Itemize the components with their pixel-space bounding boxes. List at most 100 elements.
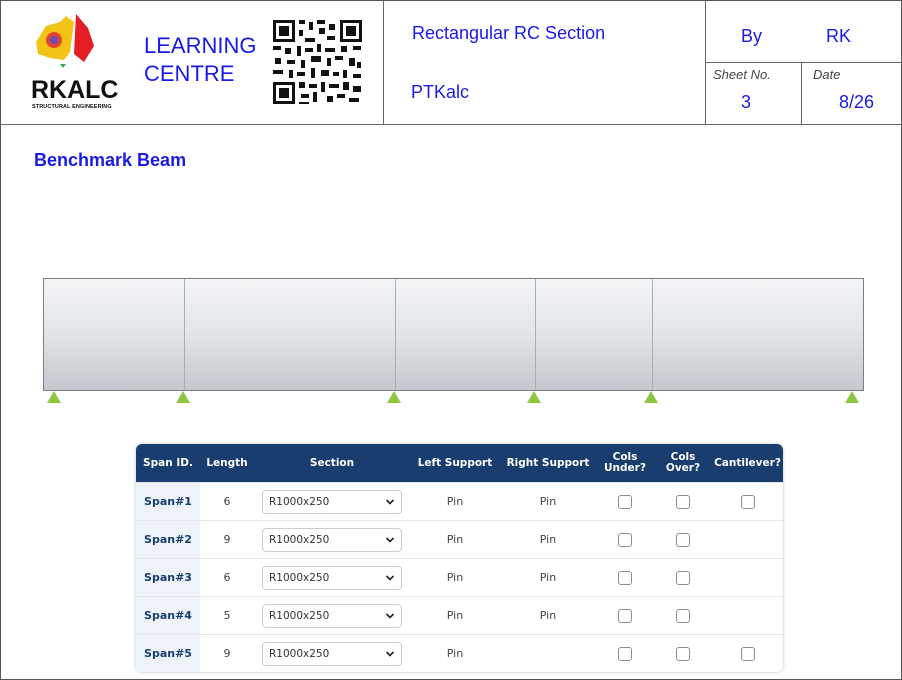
right-support-cell: Pin: [500, 596, 596, 635]
cols-over-cell: [654, 634, 712, 672]
brand-name: RKALC: [31, 76, 119, 104]
spans-table: Span ID. Length Section Left Support Rig…: [136, 444, 783, 672]
cols-under-checkbox[interactable]: [618, 532, 632, 547]
cols-under-cell: [596, 482, 654, 521]
span-id-cell: Span#4: [136, 596, 200, 635]
section-select[interactable]: R1000x250: [262, 565, 402, 590]
col-cols-over-line2: Over?: [665, 462, 701, 474]
qr-code-icon: [271, 18, 364, 106]
header-vline-3: [801, 62, 802, 124]
header-hline-right: [705, 62, 902, 63]
cols-over-cell: [654, 596, 712, 635]
section-select-value: R1000x250: [269, 495, 330, 508]
length-cell: 6: [200, 482, 254, 521]
table-row: Span#5 9 R1000x250 Pin: [136, 634, 783, 672]
cols-over-checkbox[interactable]: [676, 494, 690, 509]
chevron-down-icon: [385, 498, 395, 505]
sheet-no-label: Sheet No.: [713, 67, 771, 82]
cols-under-checkbox[interactable]: [618, 646, 632, 661]
col-cols-under-line2: Under?: [604, 462, 646, 474]
right-support-cell: Pin: [500, 558, 596, 597]
length-cell: 6: [200, 558, 254, 597]
table-row: Span#2 9 R1000x250 Pin Pin: [136, 520, 783, 559]
beam-diagram: [43, 278, 864, 391]
right-support-cell: Pin: [500, 520, 596, 559]
cols-under-checkbox[interactable]: [618, 494, 632, 509]
centre-line1: LEARNING: [144, 33, 257, 58]
beam-span-divider: [395, 279, 396, 390]
left-support-cell: Pin: [410, 558, 500, 597]
cols-under-cell: [596, 520, 654, 559]
cols-under-cell: [596, 596, 654, 635]
calc-title: Rectangular RC Section: [412, 23, 606, 43]
section-select[interactable]: R1000x250: [262, 641, 402, 666]
section-select-value: R1000x250: [269, 571, 330, 584]
support-triangle-icon: [47, 391, 61, 403]
rkalc-logo-icon: [36, 14, 94, 68]
section-cell: R1000x250: [254, 596, 410, 635]
col-section: Section: [254, 444, 410, 483]
table-row: Span#3 6 R1000x250 Pin Pin: [136, 558, 783, 597]
cols-under-checkbox[interactable]: [618, 570, 632, 585]
cantilever-cell: [712, 558, 783, 597]
section-select-value: R1000x250: [269, 533, 330, 546]
right-support-cell: [500, 634, 596, 672]
cantilever-cell: [712, 634, 783, 672]
col-span-id: Span ID.: [136, 444, 200, 483]
length-cell: 5: [200, 596, 254, 635]
beam-span-divider: [652, 279, 654, 390]
cantilever-cell: [712, 520, 783, 559]
header-divider: [0, 124, 902, 125]
col-left-support: Left Support: [410, 444, 500, 483]
software-name: PTKalc: [411, 82, 470, 102]
beam-span-divider: [535, 279, 537, 390]
sheet-no-value: 3: [741, 92, 752, 112]
section-select[interactable]: R1000x250: [262, 489, 402, 514]
span-id-cell: Span#5: [136, 634, 200, 672]
span-id-cell: Span#1: [136, 482, 200, 521]
length-cell: 9: [200, 520, 254, 559]
left-support-cell: Pin: [410, 634, 500, 672]
span-id-cell: Span#2: [136, 520, 200, 559]
section-select-value: R1000x250: [269, 609, 330, 622]
section-cell: R1000x250: [254, 634, 410, 672]
chevron-down-icon: [385, 574, 395, 581]
cols-over-checkbox[interactable]: [676, 570, 690, 585]
cols-over-checkbox[interactable]: [676, 532, 690, 547]
table-row: Span#1 6 R1000x250 Pin Pin: [136, 482, 783, 521]
cols-over-checkbox[interactable]: [676, 608, 690, 623]
cantilever-cell: [712, 596, 783, 635]
section-cell: R1000x250: [254, 558, 410, 597]
left-support-cell: Pin: [410, 482, 500, 521]
left-support-cell: Pin: [410, 596, 500, 635]
cantilever-checkbox[interactable]: [740, 494, 755, 509]
chevron-down-icon: [385, 612, 395, 619]
support-triangle-icon: [176, 391, 191, 403]
table-header-row: Span ID. Length Section Left Support Rig…: [136, 444, 783, 483]
by-value: RK: [826, 26, 852, 46]
section-cell: R1000x250: [254, 482, 410, 521]
section-select[interactable]: R1000x250: [262, 603, 402, 628]
span-id-cell: Span#3: [136, 558, 200, 597]
col-cols-under: Cols Under?: [596, 444, 654, 483]
cols-over-checkbox[interactable]: [676, 646, 690, 661]
centre-line2: CENTRE: [144, 61, 235, 86]
cols-over-cell: [654, 520, 712, 559]
right-support-cell: Pin: [500, 482, 596, 521]
cols-under-checkbox[interactable]: [618, 608, 632, 623]
section-select[interactable]: R1000x250: [262, 527, 402, 552]
col-cantilever: Cantilever?: [712, 444, 783, 483]
section-title: Benchmark Beam: [34, 150, 187, 170]
cols-over-cell: [654, 558, 712, 597]
cantilever-cell: [712, 482, 783, 521]
col-length: Length: [200, 444, 254, 483]
support-triangle-icon: [644, 391, 659, 403]
section-select-value: R1000x250: [269, 647, 330, 660]
beam-span-divider: [184, 279, 186, 390]
length-cell: 9: [200, 634, 254, 672]
support-triangle-icon: [527, 391, 542, 403]
chevron-down-icon: [385, 650, 395, 657]
cols-under-cell: [596, 634, 654, 672]
section-cell: R1000x250: [254, 520, 410, 559]
cantilever-checkbox[interactable]: [740, 646, 755, 661]
